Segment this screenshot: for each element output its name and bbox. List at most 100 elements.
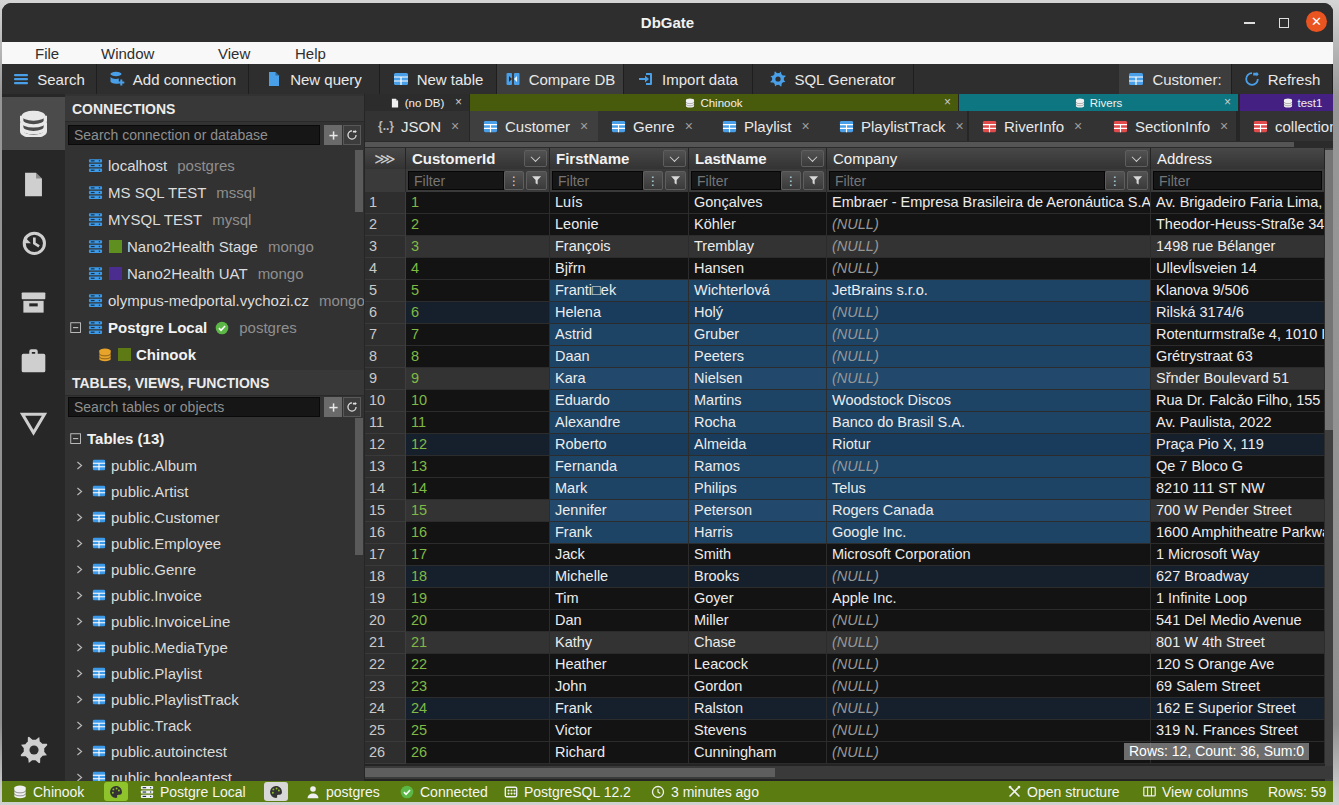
rail-files-button[interactable] xyxy=(2,158,65,211)
cell-address[interactable]: Qe 7 Bloco G xyxy=(1151,456,1325,478)
cell-company[interactable]: (NULL) xyxy=(827,698,1151,720)
connections-refresh-button[interactable] xyxy=(343,125,361,145)
tables-scrollbar[interactable] xyxy=(355,418,363,779)
cell-first[interactable]: Frank xyxy=(550,698,689,720)
cell-first[interactable]: Frank xyxy=(550,522,689,544)
column-header-lastname[interactable]: LastName xyxy=(689,148,827,169)
cell-last[interactable]: Stevens xyxy=(689,720,827,742)
cell-id[interactable]: 4 xyxy=(406,258,550,280)
chevron-right-icon[interactable] xyxy=(74,642,85,653)
cell-last[interactable]: Almeida xyxy=(689,434,827,456)
cell-last[interactable]: Chase xyxy=(689,632,827,654)
filter-menu-button[interactable]: ⋮ xyxy=(1105,171,1125,190)
rail-connections-button[interactable] xyxy=(2,97,65,150)
chevron-right-icon[interactable] xyxy=(74,772,85,782)
filter-input[interactable] xyxy=(552,171,643,190)
toolbar-new-table-button[interactable]: New table xyxy=(380,64,497,94)
rail-settings-button[interactable] xyxy=(2,723,65,776)
grid-vscrollbar-thumb[interactable] xyxy=(1325,150,1333,430)
tab-playlisttrack[interactable]: PlaylistTrack× xyxy=(826,111,967,141)
column-header-company[interactable]: Company xyxy=(827,148,1151,169)
cell-id[interactable]: 9 xyxy=(406,368,550,390)
column-dropdown-button[interactable] xyxy=(663,150,686,167)
cell-id[interactable]: 5 xyxy=(406,280,550,302)
cell-company[interactable]: (NULL) xyxy=(827,610,1151,632)
connections-add-button[interactable] xyxy=(324,125,342,145)
cell-last[interactable]: Köhler xyxy=(689,214,827,236)
cell-id[interactable]: 26 xyxy=(406,742,550,764)
column-dropdown-button[interactable] xyxy=(801,150,824,167)
cell-first[interactable]: Franti□ek xyxy=(550,280,689,302)
row-number[interactable]: 8 xyxy=(365,346,406,368)
cell-company[interactable]: Telus xyxy=(827,478,1151,500)
cell-id[interactable]: 1 xyxy=(406,192,550,214)
cell-address[interactable]: 1 Microsoft Way xyxy=(1151,544,1325,566)
cell-company[interactable]: (NULL) xyxy=(827,236,1151,258)
chevron-right-icon[interactable] xyxy=(74,538,85,549)
cell-address[interactable]: Grétrystraat 63 xyxy=(1151,346,1325,368)
chevron-right-icon[interactable] xyxy=(74,486,85,497)
database-item[interactable]: Chinook xyxy=(65,341,364,368)
toolbar-import-data-button[interactable]: Import data xyxy=(624,64,753,94)
chevron-right-icon[interactable] xyxy=(74,668,85,679)
table-item[interactable]: public.autoinctest xyxy=(65,738,364,764)
tab-riverinfo[interactable]: RiverInfo× xyxy=(969,111,1100,141)
cell-first[interactable]: Victor xyxy=(550,720,689,742)
tab-json[interactable]: {..}JSON× xyxy=(365,111,469,141)
row-number[interactable]: 22 xyxy=(365,654,406,676)
toolbar-new-query-button[interactable]: New query xyxy=(249,64,380,94)
cell-last[interactable]: Peeters xyxy=(689,346,827,368)
connections-scrollbar-thumb[interactable] xyxy=(355,150,363,212)
cell-id[interactable]: 25 xyxy=(406,720,550,742)
cell-id[interactable]: 8 xyxy=(406,346,550,368)
cell-last[interactable]: Leacock xyxy=(689,654,827,676)
cell-address[interactable]: Rotenturmstraße 4, 1010 Innere Stadt xyxy=(1151,324,1325,346)
cell-company[interactable]: (NULL) xyxy=(827,214,1151,236)
tab-genre[interactable]: Genre× xyxy=(598,111,709,141)
filter-input[interactable] xyxy=(829,171,1105,190)
filter-input[interactable] xyxy=(408,171,504,190)
tab-playlist[interactable]: Playlist× xyxy=(709,111,826,141)
tab-close-icon[interactable]: × xyxy=(1074,118,1082,134)
cell-id[interactable]: 12 xyxy=(406,434,550,456)
table-item[interactable]: public.Genre xyxy=(65,556,364,582)
tab-customer[interactable]: Customer× xyxy=(470,111,598,141)
cell-last[interactable]: Brooks xyxy=(689,566,827,588)
column-header-firstname[interactable]: FirstName xyxy=(550,148,689,169)
filter-menu-button[interactable]: ⋮ xyxy=(504,171,524,190)
tables-group-row[interactable]: Tables (13) xyxy=(65,425,364,452)
toolbar-sql-generator-button[interactable]: SQL Generator xyxy=(753,64,914,94)
tab-group-close-icon[interactable]: × xyxy=(944,95,951,109)
grid-corner-button[interactable]: ⋙ xyxy=(365,148,406,169)
chevron-right-icon[interactable] xyxy=(74,590,85,601)
cell-first[interactable]: Jack xyxy=(550,544,689,566)
maximize-button[interactable] xyxy=(1272,11,1295,34)
row-number[interactable]: 6 xyxy=(365,302,406,324)
cell-id[interactable]: 6 xyxy=(406,302,550,324)
cell-id[interactable]: 11 xyxy=(406,412,550,434)
cell-address[interactable]: 700 W Pender Street xyxy=(1151,500,1325,522)
cell-address[interactable]: 120 S Orange Ave xyxy=(1151,654,1325,676)
cell-company[interactable]: (NULL) xyxy=(827,720,1151,742)
cell-id[interactable]: 18 xyxy=(406,566,550,588)
cell-first[interactable]: Luís xyxy=(550,192,689,214)
row-number[interactable]: 7 xyxy=(365,324,406,346)
cell-last[interactable]: Gruber xyxy=(689,324,827,346)
cell-address[interactable]: Av. Paulista, 2022 xyxy=(1151,412,1325,434)
table-item[interactable]: public.PlaylistTrack xyxy=(65,686,364,712)
row-number[interactable]: 14 xyxy=(365,478,406,500)
row-number[interactable]: 15 xyxy=(365,500,406,522)
cell-id[interactable]: 3 xyxy=(406,236,550,258)
tab-close-icon[interactable]: × xyxy=(685,118,693,134)
chevron-right-icon[interactable] xyxy=(74,720,85,731)
minimize-button[interactable] xyxy=(1238,11,1261,34)
toolbar-refresh-button[interactable]: Refresh xyxy=(1232,64,1333,94)
cell-id[interactable]: 20 xyxy=(406,610,550,632)
row-number[interactable]: 26 xyxy=(365,742,406,764)
tab-group-close-icon[interactable]: × xyxy=(1224,95,1231,109)
cell-id[interactable]: 19 xyxy=(406,588,550,610)
connection-item[interactable]: Nano2Health Stagemongo xyxy=(65,233,364,260)
cell-id[interactable]: 15 xyxy=(406,500,550,522)
chevron-right-icon[interactable] xyxy=(74,694,85,705)
table-item[interactable]: public.Invoice xyxy=(65,582,364,608)
